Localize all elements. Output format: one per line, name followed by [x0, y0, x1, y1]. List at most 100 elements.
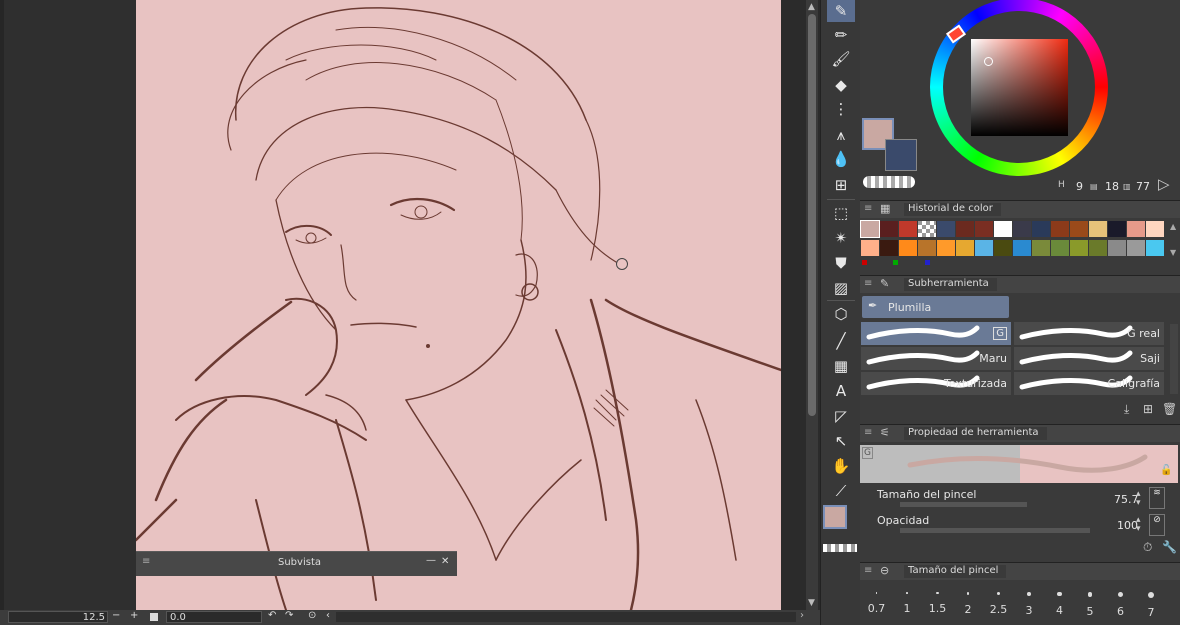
color-history-swatch[interactable]: [1089, 240, 1107, 256]
hand-tool-icon[interactable]: ✋: [827, 455, 855, 477]
eraser-tool-icon[interactable]: ◆: [827, 74, 855, 96]
delete-brush-icon[interactable]: 🗑: [1162, 402, 1177, 416]
text-tool-icon[interactable]: A: [827, 380, 855, 402]
tool-settings-icon[interactable]: 🔧: [1162, 540, 1177, 554]
gradient-tool-icon[interactable]: ▨: [827, 277, 855, 299]
opacity-settings-icon[interactable]: ⊘: [1149, 514, 1165, 536]
color-history-swatch[interactable]: [975, 221, 993, 237]
subview-minimize-button[interactable]: —: [426, 555, 436, 566]
zoom-out-button[interactable]: −: [112, 610, 120, 621]
color-history-swatch[interactable]: [975, 240, 993, 256]
color-history-swatch[interactable]: [880, 221, 898, 237]
brush-size-preset[interactable]: 1.5: [923, 588, 952, 623]
color-history-swatch[interactable]: [1108, 240, 1126, 256]
color-history-swatch[interactable]: [1051, 240, 1069, 256]
brush-size-slider[interactable]: [900, 502, 1027, 507]
color-history-swatch[interactable]: [937, 221, 955, 237]
brush-size-stepper[interactable]: ▴ ▾: [1136, 490, 1141, 508]
color-history-swatch[interactable]: [1032, 240, 1050, 256]
frame-tool-icon[interactable]: ▦: [827, 355, 855, 377]
sv-picker-cursor[interactable]: [984, 57, 993, 66]
grid-tool-icon[interactable]: ⊞: [827, 174, 855, 196]
color-history-swatch[interactable]: [1108, 221, 1126, 237]
subview-window[interactable]: ≡ Subvista — ✕: [136, 551, 457, 576]
color-history-swatch[interactable]: [1070, 221, 1088, 237]
vertical-scroll-thumb[interactable]: [808, 14, 816, 416]
color-mode-toggle-icon[interactable]: ▷: [1158, 175, 1170, 193]
subview-close-button[interactable]: ✕: [441, 556, 449, 567]
airbrush-tool-icon[interactable]: ⋮: [827, 98, 855, 120]
color-history-swatch[interactable]: [1127, 221, 1145, 237]
brush-list-scrollbar[interactable]: [1170, 324, 1178, 394]
brush-tool-icon[interactable]: 🖌: [827, 48, 855, 70]
toolbar-main-color[interactable]: [823, 505, 847, 529]
brush-item[interactable]: G: [861, 322, 1011, 345]
toolbar-transparent-color[interactable]: [823, 544, 857, 552]
3d-object-tool-icon[interactable]: ⬡: [827, 303, 855, 325]
panel-grip-icon[interactable]: ≡: [864, 278, 872, 289]
color-history-swatch[interactable]: [937, 240, 955, 256]
brush-size-value[interactable]: 75.7: [1114, 493, 1139, 506]
rotation-field[interactable]: 0.0: [166, 611, 262, 623]
color-history-swatch[interactable]: [1146, 221, 1164, 237]
color-history-swatch[interactable]: [899, 221, 917, 237]
subtool-header[interactable]: ≡ ✎ Subherramienta: [860, 275, 1180, 293]
object-tool-icon[interactable]: ↖: [827, 430, 855, 452]
brush-size-preset[interactable]: 2: [954, 588, 983, 623]
line-tool-icon[interactable]: ╱: [827, 330, 855, 352]
pressure-toggle-icon[interactable]: ≋: [1149, 487, 1165, 509]
color-history-header[interactable]: ≡ ▦ Historial de color: [860, 200, 1180, 218]
color-history-swatch[interactable]: [1013, 221, 1031, 237]
brush-size-preset[interactable]: 3: [1015, 588, 1044, 623]
duplicate-brush-icon[interactable]: ⊞: [1143, 402, 1153, 416]
color-history-swatch[interactable]: [1146, 240, 1164, 256]
reset-rotation-icon[interactable]: ⊙: [308, 610, 316, 621]
opacity-stepper[interactable]: ▴ ▾: [1136, 516, 1141, 534]
history-scroll-down-icon[interactable]: ▼: [1170, 248, 1176, 257]
panel-grip-icon[interactable]: ≡: [864, 565, 872, 576]
opacity-slider[interactable]: [900, 528, 1090, 533]
eyedropper-tool-icon[interactable]: ⟋: [827, 480, 855, 502]
pencil-tool-icon[interactable]: ✏: [827, 24, 855, 46]
lock-icon[interactable]: 🔓: [1160, 465, 1172, 476]
color-history-swatch[interactable]: [880, 240, 898, 256]
brush-item[interactable]: G real: [1014, 322, 1164, 345]
color-history-swatch[interactable]: [918, 221, 936, 237]
saturation-value-square[interactable]: [971, 39, 1068, 136]
brush-size-preset[interactable]: 6: [1106, 588, 1135, 623]
color-history-swatch[interactable]: [899, 240, 917, 256]
rotate-right-icon[interactable]: ↷: [285, 610, 293, 621]
panel-grip-icon[interactable]: ≡: [864, 427, 872, 438]
color-history-swatch[interactable]: [956, 240, 974, 256]
history-scroll-up-icon[interactable]: ▲: [1170, 222, 1176, 231]
import-brush-icon[interactable]: ⤓: [1124, 402, 1129, 417]
color-history-swatch[interactable]: [918, 240, 936, 256]
color-history-swatch[interactable]: [861, 240, 879, 256]
color-history-swatch[interactable]: [1089, 221, 1107, 237]
brush-item[interactable]: Texturizada: [861, 372, 1011, 395]
zoom-field[interactable]: 12.5: [8, 611, 108, 623]
opacity-value[interactable]: 100: [1117, 519, 1138, 532]
color-history-swatch[interactable]: [1013, 240, 1031, 256]
scroll-down-icon[interactable]: ▼: [808, 598, 815, 608]
brush-size-preset[interactable]: 0.7: [862, 588, 891, 623]
brush-size-preset[interactable]: 7: [1137, 588, 1166, 623]
scroll-right-icon[interactable]: ›: [800, 610, 804, 621]
reset-settings-icon[interactable]: ⏱: [1143, 540, 1152, 555]
fit-view-icon[interactable]: [150, 613, 158, 621]
brush-size-preset[interactable]: 4: [1045, 588, 1074, 623]
fill-tool-icon[interactable]: ⛊: [827, 252, 855, 274]
color-history-swatch[interactable]: [860, 220, 880, 238]
color-history-swatch[interactable]: [994, 221, 1012, 237]
subview-grip-icon[interactable]: ≡: [142, 556, 150, 567]
brush-item[interactable]: Saji: [1014, 347, 1164, 370]
balloon-tool-icon[interactable]: ◸: [827, 405, 855, 427]
color-history-swatch[interactable]: [1032, 221, 1050, 237]
brush-size-preset[interactable]: 1: [893, 588, 922, 623]
sub-color-swatch[interactable]: [885, 139, 917, 171]
color-history-swatch[interactable]: [1070, 240, 1088, 256]
decoration-tool-icon[interactable]: ⩚: [827, 124, 855, 146]
selection-tool-icon[interactable]: ⬚: [827, 202, 855, 224]
color-history-swatch[interactable]: [1051, 221, 1069, 237]
transparent-color-swatch[interactable]: [863, 176, 915, 188]
